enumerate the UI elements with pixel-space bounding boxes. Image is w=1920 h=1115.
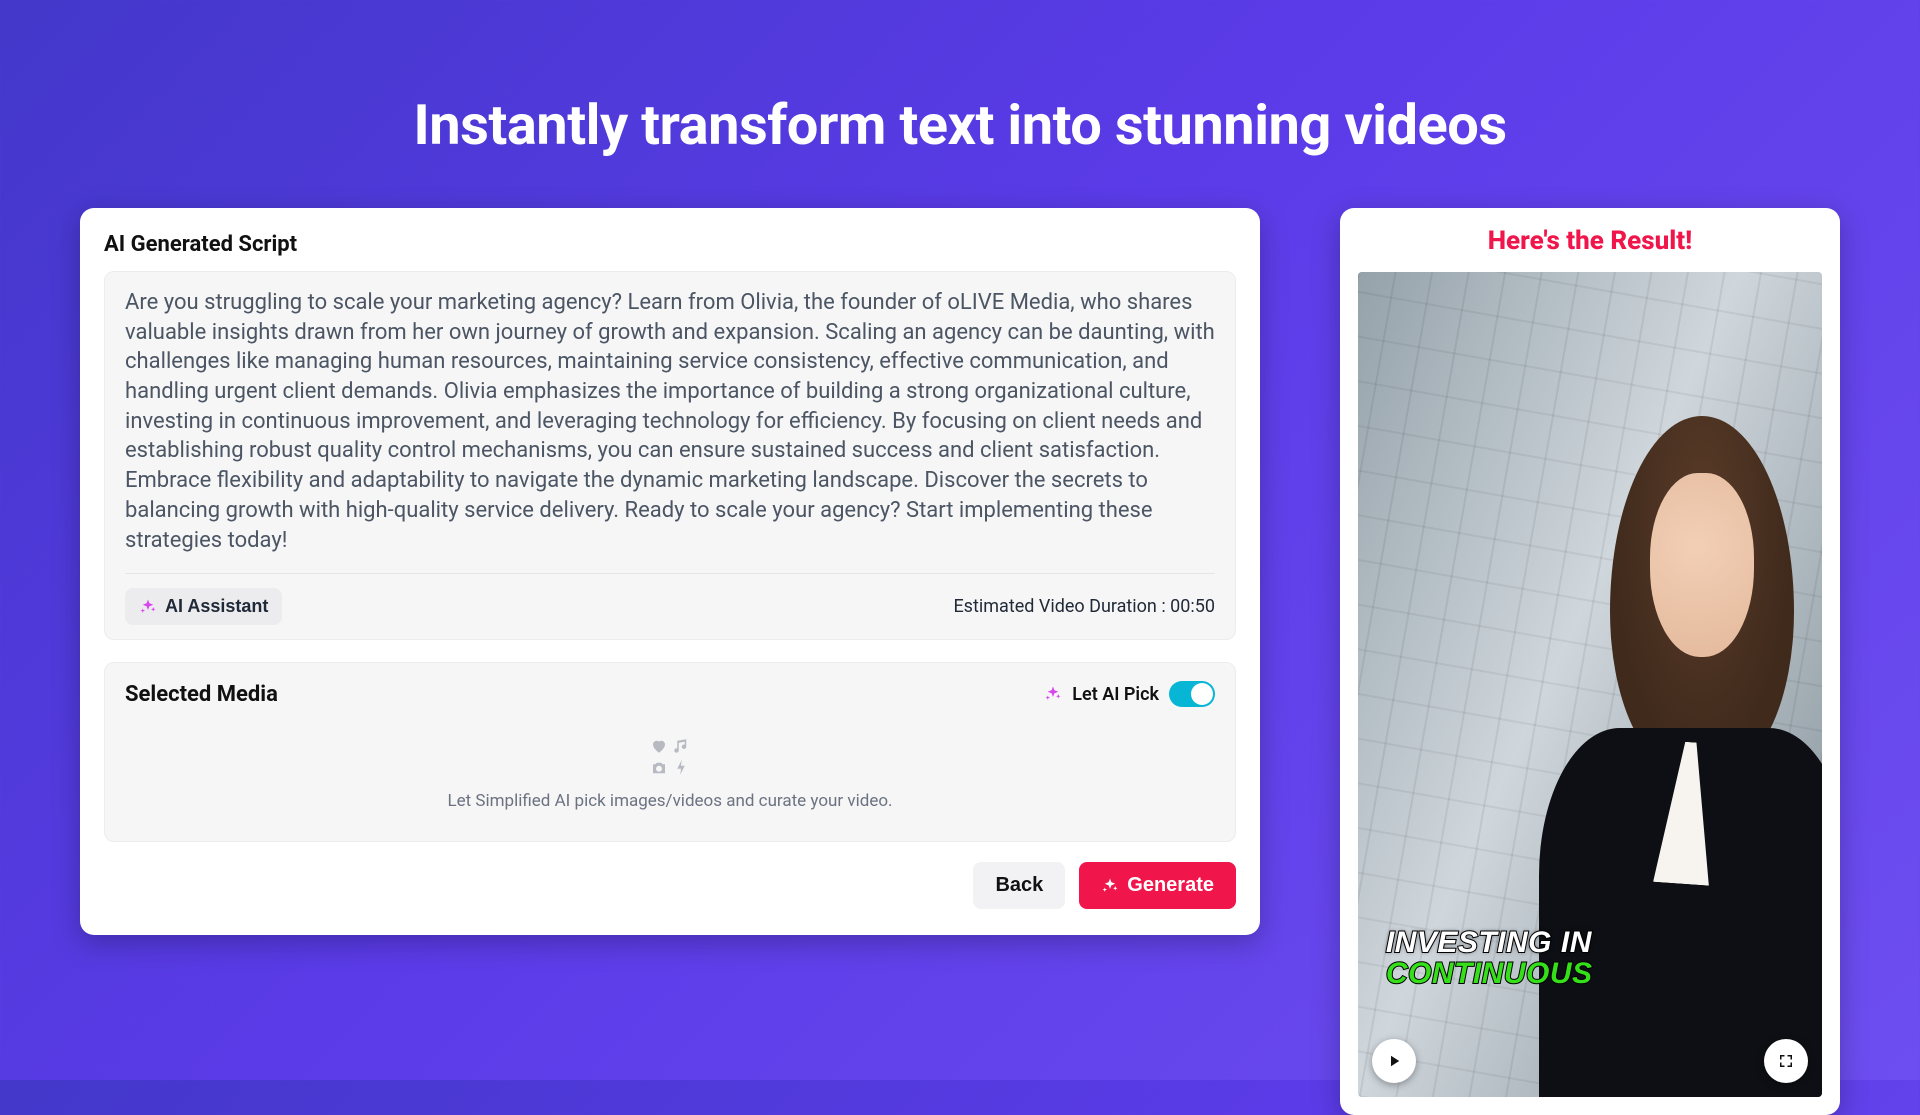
let-ai-pick-label: Let AI Pick	[1072, 684, 1159, 705]
back-button[interactable]: Back	[973, 862, 1065, 909]
script-heading: AI Generated Script	[104, 232, 1236, 257]
caption-line-1: INVESTING IN	[1386, 927, 1593, 959]
content-row: AI Generated Script Are you struggling t…	[0, 158, 1920, 1115]
fullscreen-button[interactable]	[1764, 1039, 1808, 1083]
media-header: Selected Media Let AI Pick	[125, 681, 1215, 707]
expand-icon	[1777, 1052, 1795, 1070]
media-placeholder: Let Simplified AI pick images/videos and…	[125, 737, 1215, 811]
media-hint-text: Let Simplified AI pick images/videos and…	[125, 791, 1215, 811]
sparkle-icon	[1101, 877, 1119, 895]
estimated-duration: Estimated Video Duration : 00:50	[953, 596, 1215, 617]
action-row: Back Generate	[104, 862, 1236, 909]
play-button[interactable]	[1372, 1039, 1416, 1083]
music-note-icon	[672, 737, 690, 755]
toggle-knob	[1191, 683, 1213, 705]
selected-media-box: Selected Media Let AI Pick	[104, 662, 1236, 842]
media-type-icons	[646, 737, 694, 777]
script-footer: AI Assistant Estimated Video Duration : …	[125, 588, 1215, 625]
result-card: Here's the Result! INVESTING IN CONTINUO…	[1340, 208, 1840, 1115]
generate-button[interactable]: Generate	[1079, 862, 1236, 909]
play-icon	[1385, 1052, 1403, 1070]
script-text[interactable]: Are you struggling to scale your marketi…	[125, 288, 1215, 555]
let-ai-pick-group: Let AI Pick	[1044, 681, 1215, 707]
video-caption: INVESTING IN CONTINUOUS	[1386, 927, 1593, 990]
camera-icon	[650, 759, 668, 777]
sparkle-icon	[139, 598, 157, 616]
sparkle-icon	[1044, 685, 1062, 703]
video-preview[interactable]: INVESTING IN CONTINUOUS	[1358, 272, 1822, 1097]
ai-assistant-button[interactable]: AI Assistant	[125, 588, 282, 625]
let-ai-pick-toggle[interactable]	[1169, 681, 1215, 707]
generate-label: Generate	[1127, 874, 1214, 897]
heart-icon	[650, 737, 668, 755]
page-headline: Instantly transform text into stunning v…	[0, 0, 1920, 158]
ai-assistant-label: AI Assistant	[165, 596, 268, 617]
caption-line-2: CONTINUOUS	[1386, 958, 1593, 990]
video-subject	[1451, 387, 1822, 1096]
divider	[125, 573, 1215, 574]
script-card: AI Generated Script Are you struggling t…	[80, 208, 1260, 935]
video-controls	[1372, 1039, 1808, 1083]
selected-media-heading: Selected Media	[125, 682, 278, 707]
bolt-icon	[672, 759, 690, 777]
result-title: Here's the Result!	[1358, 226, 1822, 256]
script-body-box: Are you struggling to scale your marketi…	[104, 271, 1236, 640]
